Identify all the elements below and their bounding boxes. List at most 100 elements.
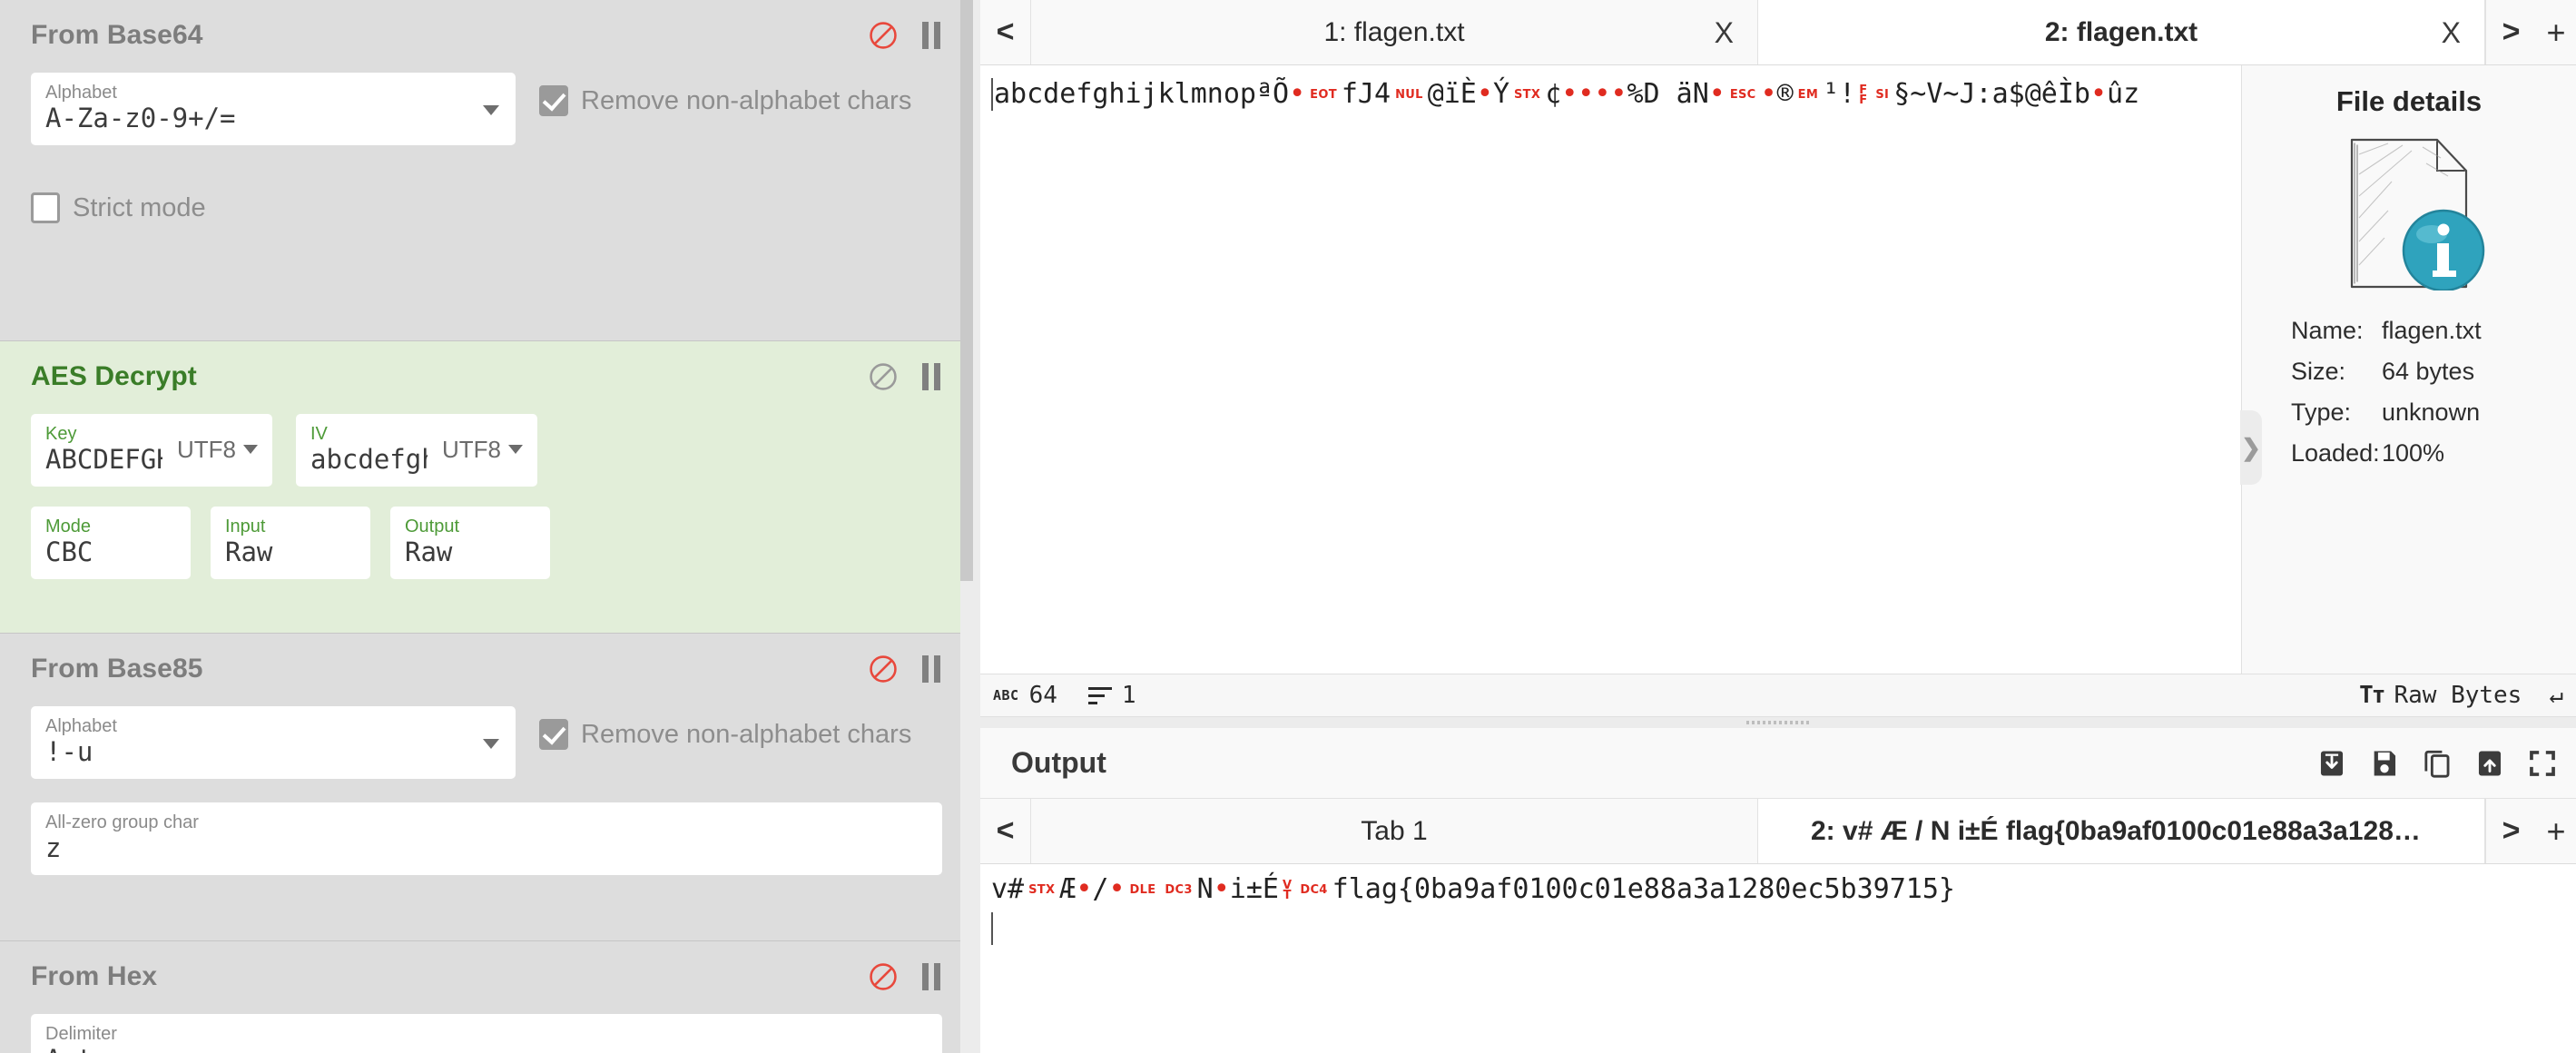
- operation-controls: [868, 20, 942, 51]
- delimiter-value: Auto: [45, 1044, 928, 1053]
- output-tab-prev-button[interactable]: <: [980, 799, 1031, 863]
- collapse-file-details-button[interactable]: ❯: [2240, 410, 2262, 485]
- checkbox-label: Strict mode: [73, 192, 206, 222]
- recipe-scrollbar[interactable]: [960, 0, 973, 1053]
- input-editor[interactable]: abcdefghijklmnop ªÕ• EOT fJ4 NUL @ïÈ•Ý STX ¢•••…: [980, 65, 2242, 674]
- input-tab-2[interactable]: 2: flagen.txt X: [1758, 0, 2485, 64]
- iv-encoding-select[interactable]: UTF8: [428, 436, 523, 464]
- file-details-panel: ❯ File details Name: flagen.txt Size: 64…: [2240, 65, 2576, 674]
- text-cursor: [991, 78, 993, 112]
- output-tab-2[interactable]: 2: v# Æ / N i±É flag{0ba9af0100c01e88a3a…: [1758, 799, 2485, 863]
- output-header: Output: [980, 728, 2576, 799]
- close-icon[interactable]: X: [2442, 18, 2461, 47]
- key-value: ABCDEFGHIJKLM…: [45, 444, 162, 475]
- pause-icon[interactable]: [922, 655, 942, 683]
- output-tab-1[interactable]: Tab 1: [1031, 799, 1758, 863]
- output-resize-grip[interactable]: [980, 717, 2576, 728]
- input-character-encoding-value: Raw Bytes: [2394, 682, 2522, 709]
- output-format-select[interactable]: Output Raw: [390, 507, 550, 579]
- chevron-down-icon: [483, 105, 499, 115]
- disable-icon[interactable]: [868, 654, 899, 684]
- allzero-group-char-field[interactable]: All-zero group char z: [31, 802, 942, 875]
- input-length-status[interactable]: ABC 64: [993, 682, 1057, 709]
- key-field[interactable]: Key ABCDEFGHIJKLM… UTF8: [31, 414, 272, 487]
- null-byte-dot: •: [1289, 78, 1306, 110]
- close-icon[interactable]: X: [1715, 18, 1734, 47]
- recipe-operation-aes-decrypt[interactable]: AES Decrypt Key ABCDEFGHIJKLM…: [0, 341, 973, 634]
- file-detail-row: Size: 64 bytes: [2291, 351, 2576, 392]
- argument-row: Delimiter Auto: [31, 1014, 942, 1053]
- text-run: N: [1196, 873, 1214, 905]
- text-run: ®: [1776, 78, 1794, 110]
- argument-row: Key ABCDEFGHIJKLM… UTF8 IV abcdefghijklm…: [31, 414, 942, 487]
- mode-select[interactable]: Mode CBC: [31, 507, 191, 579]
- iv-label: IV: [310, 424, 328, 444]
- recipe-operation-from-base64[interactable]: From Base64 Alphabet A-Za-z0-9+/= Remove…: [0, 0, 973, 341]
- input-tab-next-button[interactable]: >: [2485, 0, 2536, 64]
- text-run: äN: [1659, 78, 1709, 110]
- save-all-icon[interactable]: [2369, 748, 2400, 779]
- operation-title: From Base85: [31, 654, 203, 684]
- disable-icon[interactable]: [868, 20, 899, 51]
- text-run: v#: [991, 873, 1025, 905]
- output-area: Output < Tab 1 2: v# Æ / N i±É flag{0ba9…: [980, 717, 2576, 1053]
- pause-icon[interactable]: [922, 363, 942, 390]
- text-cursor: [991, 911, 993, 945]
- file-detail-row: Loaded: 100%: [2291, 433, 2576, 474]
- file-detail-value: 100%: [2382, 439, 2445, 467]
- checkbox-label: Remove non-alphabet chars: [581, 719, 912, 749]
- output-tab-next-button[interactable]: >: [2485, 799, 2536, 863]
- remove-nonalphabet-checkbox[interactable]: Remove non-alphabet chars: [539, 706, 911, 750]
- checkbox-box: [539, 719, 568, 750]
- input-line-ending-status[interactable]: ↵: [2549, 682, 2563, 709]
- text-run: ûz: [2107, 78, 2140, 110]
- alphabet-select[interactable]: Alphabet !-u: [31, 706, 516, 779]
- alphabet-select[interactable]: Alphabet A-Za-z0-9+/=: [31, 73, 516, 145]
- control-char-badge: FF: [1859, 83, 1868, 107]
- input-text-binary-segments: ªÕ• EOT fJ4 NUL @ïÈ•Ý STX ¢••••%D äN• ESC •® EM ¹!…: [1256, 76, 2139, 113]
- iv-field[interactable]: IV abcdefghijklm… UTF8: [296, 414, 537, 487]
- save-to-file-icon[interactable]: [2316, 748, 2347, 779]
- return-icon: ↵: [2549, 682, 2563, 709]
- key-encoding-select[interactable]: UTF8: [162, 436, 258, 464]
- pause-icon[interactable]: [922, 963, 942, 990]
- strict-mode-checkbox[interactable]: Strict mode: [31, 180, 206, 223]
- text-run: @ïÈ: [1427, 78, 1477, 110]
- input-character-encoding-status[interactable]: Tт Raw Bytes: [2359, 682, 2522, 709]
- replace-input-icon[interactable]: [2474, 748, 2505, 779]
- recipe-operation-from-hex[interactable]: From Hex Delimiter Auto: [0, 941, 973, 1053]
- recipe-operation-from-base85[interactable]: From Base85 Alphabet !-u Remove non-alph…: [0, 634, 973, 941]
- control-char-badge: EM: [1797, 87, 1819, 102]
- operation-header: From Base85: [0, 634, 973, 694]
- scrollbar-thumb[interactable]: [960, 0, 973, 581]
- disable-icon[interactable]: [868, 361, 899, 392]
- input-tab-1[interactable]: 1: flagen.txt X: [1031, 0, 1758, 64]
- maximize-icon[interactable]: [2527, 748, 2558, 779]
- input-tab-prev-button[interactable]: <: [980, 0, 1031, 64]
- input-lines-status[interactable]: 1: [1087, 682, 1136, 709]
- remove-nonalphabet-checkbox[interactable]: Remove non-alphabet chars: [539, 73, 911, 116]
- io-pane: < 1: flagen.txt X 2: flagen.txt X > + ab…: [980, 0, 2576, 1053]
- input-format-select[interactable]: Input Raw: [211, 507, 370, 579]
- operation-controls: [868, 654, 942, 684]
- control-char-badge: DC4: [1300, 882, 1328, 897]
- input-value: Raw: [225, 536, 273, 567]
- output-label: Output: [405, 517, 460, 536]
- delimiter-select[interactable]: Delimiter Auto: [31, 1014, 942, 1053]
- disable-icon[interactable]: [868, 961, 899, 992]
- operation-body: Key ABCDEFGHIJKLM… UTF8 IV abcdefghijklm…: [0, 414, 973, 579]
- null-byte-dot: •: [1760, 78, 1777, 110]
- file-info-icon: [2242, 127, 2576, 290]
- file-detail-key: Size:: [2291, 358, 2346, 385]
- output-editor[interactable]: v# STX Æ•/• DLE DC3 N•i±É V T DC4 flag{0ba9af0100…: [980, 864, 2576, 1053]
- pause-icon[interactable]: [922, 22, 942, 49]
- operation-header: From Base64: [0, 0, 973, 60]
- checkbox-label: Remove non-alphabet chars: [581, 85, 912, 115]
- pane-splitter[interactable]: [973, 0, 980, 1053]
- add-output-tab-button[interactable]: +: [2536, 799, 2576, 863]
- null-byte-dot: •: [2089, 78, 2108, 110]
- iv-encoding-label: UTF8: [442, 435, 501, 463]
- input-lines-value: 1: [1121, 682, 1136, 709]
- add-input-tab-button[interactable]: +: [2536, 0, 2576, 64]
- copy-icon[interactable]: [2422, 748, 2453, 779]
